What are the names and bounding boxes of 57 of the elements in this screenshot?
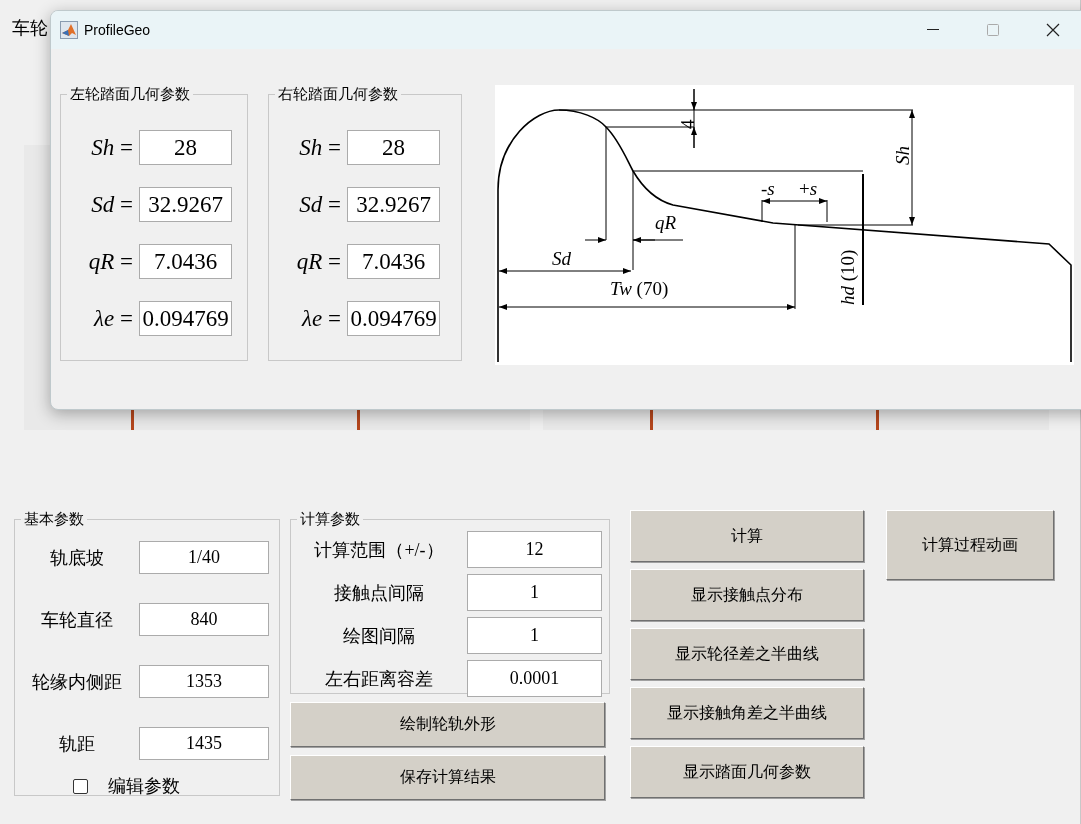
app-icon: [60, 21, 78, 39]
parameter-symbol: Sd =: [298, 191, 342, 218]
parameter-symbol: Sd =: [90, 191, 134, 218]
input-field[interactable]: 0.0001: [467, 660, 602, 697]
group-title: 左轮踏面几何参数: [69, 85, 191, 104]
field-label: 轨距: [58, 732, 96, 756]
group-title: 基本参数: [23, 510, 85, 529]
input-field[interactable]: 840: [139, 603, 269, 636]
dimension-label: Tw (70): [610, 279, 669, 298]
parameter-symbol: qR =: [87, 248, 134, 275]
action-button[interactable]: 绘制轮轨外形: [290, 702, 605, 747]
field-label: 轮缘内侧距: [31, 670, 123, 694]
checkbox[interactable]: [73, 778, 88, 794]
group-title: 右轮踏面几何参数: [277, 85, 399, 104]
value-field[interactable]: 0.094769: [347, 301, 440, 336]
input-field[interactable]: 1: [467, 574, 602, 611]
dimension-label: hd (10): [838, 249, 857, 305]
dialog-title: ProfileGeo: [84, 22, 152, 38]
input-field[interactable]: 1435: [139, 727, 269, 760]
value-field[interactable]: 32.9267: [347, 187, 440, 222]
window-title: 车轮: [12, 17, 48, 40]
parameter-symbol: qR =: [295, 248, 342, 275]
value-field[interactable]: 7.0436: [347, 244, 440, 279]
checkbox-label: 编辑参数: [108, 775, 180, 798]
field-label: 轨底坡: [49, 546, 105, 570]
dimension-label: Sh: [893, 146, 912, 165]
input-field[interactable]: 12: [467, 531, 602, 568]
parameter-symbol: Sh =: [298, 134, 342, 161]
action-button[interactable]: 显示接触角差之半曲线: [630, 687, 864, 739]
value-field[interactable]: 28: [139, 130, 232, 165]
dimension-label: qR: [655, 213, 677, 232]
parameter-symbol: Sh =: [90, 134, 134, 161]
input-field[interactable]: 1/40: [139, 541, 269, 574]
action-button[interactable]: 显示踏面几何参数: [630, 746, 864, 798]
action-button[interactable]: 显示轮径差之半曲线: [630, 628, 864, 680]
action-button[interactable]: 显示接触点分布: [630, 569, 864, 621]
dimension-label: 4: [678, 119, 697, 129]
dimension-label: -s: [761, 179, 775, 198]
value-field[interactable]: 32.9267: [139, 187, 232, 222]
parameter-symbol: λe =: [92, 305, 134, 332]
field-label: 接触点间隔: [333, 581, 425, 605]
field-label: 计算范围（+/-）: [313, 538, 445, 562]
dimension-label: Sd: [552, 249, 571, 268]
input-field[interactable]: 1353: [139, 665, 269, 698]
dimension-label: +s: [799, 179, 818, 198]
field-label: 车轮直径: [40, 608, 114, 632]
field-label: 绘图间隔: [342, 624, 416, 648]
action-button[interactable]: 保存计算结果: [290, 755, 605, 800]
parameter-symbol: λe =: [300, 305, 342, 332]
action-button[interactable]: 计算: [630, 510, 864, 562]
group-title: 计算参数: [299, 510, 361, 529]
value-field[interactable]: 7.0436: [139, 244, 232, 279]
value-field[interactable]: 28: [347, 130, 440, 165]
value-field[interactable]: 0.094769: [139, 301, 232, 336]
input-field[interactable]: 1: [467, 617, 602, 654]
animation-button[interactable]: 计算过程动画: [886, 510, 1054, 580]
field-label: 左右距离容差: [324, 667, 434, 691]
